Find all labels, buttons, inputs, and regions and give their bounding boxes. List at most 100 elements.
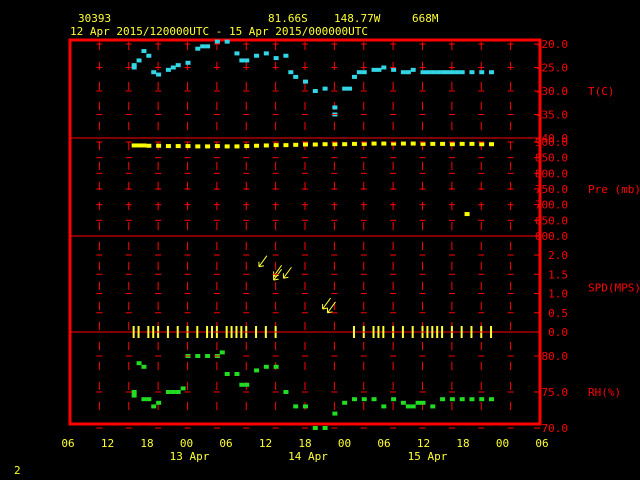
temperature-point [239,58,245,63]
temperature-point [156,72,162,77]
temperature-point [141,49,147,54]
pressure-point [312,142,318,147]
plot-layer: -20.0-25.0-30.0-35.0-40.0T(C)900.0850.08… [61,38,640,463]
y-tick-label: -25.0 [535,62,568,75]
rh-point [273,364,279,369]
pressure-point [430,141,436,146]
pressure-point [464,212,470,217]
calm-wind-bar [382,326,385,338]
pressure-point [332,142,338,147]
date-label: 15 Apr [408,450,448,463]
temperature-point [170,65,176,70]
calm-wind-bar [401,326,404,338]
temperature-point [342,86,348,91]
y-tick-label: 650.0 [535,214,568,227]
y-axis-label: Pre (mb) [588,183,640,196]
x-tick-label: 18 [456,437,469,450]
wind-arrow [258,255,268,268]
calm-wind-bar [206,326,209,338]
x-tick-label: 18 [140,437,153,450]
calm-wind-bar [132,326,135,338]
y-axis-label: T(C) [588,85,615,98]
pressure-point [214,144,220,149]
y-tick-label: 0.5 [548,307,568,320]
y-tick-label: 70.0 [542,422,569,435]
x-tick-label: 18 [298,437,311,450]
temperature-point [151,70,157,75]
calm-wind-bar [352,326,355,338]
pressure-point [293,142,299,147]
rh-point [342,400,348,405]
temperature-point [440,70,446,75]
wind-arrow [322,297,331,310]
y-tick-label: 750.0 [535,183,568,196]
temperature-point [425,70,431,75]
x-tick-label: 00 [180,437,193,450]
x-tick-label: 06 [61,437,74,450]
temperature-point [351,74,357,79]
y-tick-label: 900.0 [535,136,568,149]
rh-point [219,350,225,355]
y-tick-label: 1.0 [548,288,568,301]
temperature-point [347,86,353,91]
pressure-point [263,143,269,148]
temperature-point [356,70,362,75]
temperature-point [312,89,318,93]
rh-point [391,397,397,402]
temperature-point [435,70,441,75]
calm-wind-bar [255,326,258,338]
x-tick-label: 06 [219,437,232,450]
temperature-point [381,65,387,70]
rh-point [239,382,245,387]
pressure-point [254,143,260,148]
pressure-point [146,143,152,148]
pressure-point [449,142,455,147]
station-id: 30393 [78,12,111,25]
rh-point [131,393,137,398]
rh-point [244,382,250,387]
rh-point [156,400,162,405]
pressure-point [165,144,171,149]
rh-point [141,364,147,369]
temperature-point [489,70,495,75]
temperature-point [332,105,338,110]
wind-arrow [282,266,292,279]
y-tick-label: 1.5 [548,268,568,281]
y-tick-label: 600.0 [535,230,568,243]
rh-point [283,390,289,394]
pressure-point [156,143,162,148]
rh-point [381,404,387,409]
pressure-point [479,142,485,147]
y-tick-label: -35.0 [535,109,568,122]
calm-wind-bar [152,326,155,338]
y-tick-label: -30.0 [535,85,568,98]
rh-point [312,426,318,430]
temperature-point [234,51,240,56]
rh-point [131,390,137,394]
rh-point [205,354,211,358]
pressure-point [303,142,308,147]
temperature-point [273,56,279,61]
temperature-point [400,70,406,75]
x-tick-label: 00 [496,437,509,450]
rh-point [141,397,147,402]
rh-point [430,404,436,409]
pressure-point [440,141,446,146]
temperature-point [449,70,455,75]
rh-point [489,397,495,402]
rh-point [449,397,455,402]
rh-point [332,411,338,416]
rh-point [415,400,421,405]
temperature-point [293,74,299,79]
rh-point [195,354,201,358]
x-tick-label: 00 [338,437,351,450]
station-lon: 148.77W [334,12,381,25]
rh-point [136,361,142,366]
rh-point [371,397,377,402]
y-tick-label: 800.0 [535,167,568,180]
pressure-point [410,141,416,146]
rh-point [151,404,157,409]
pressure-point [141,143,147,148]
pressure-point [273,143,279,148]
temperature-point [175,63,181,68]
